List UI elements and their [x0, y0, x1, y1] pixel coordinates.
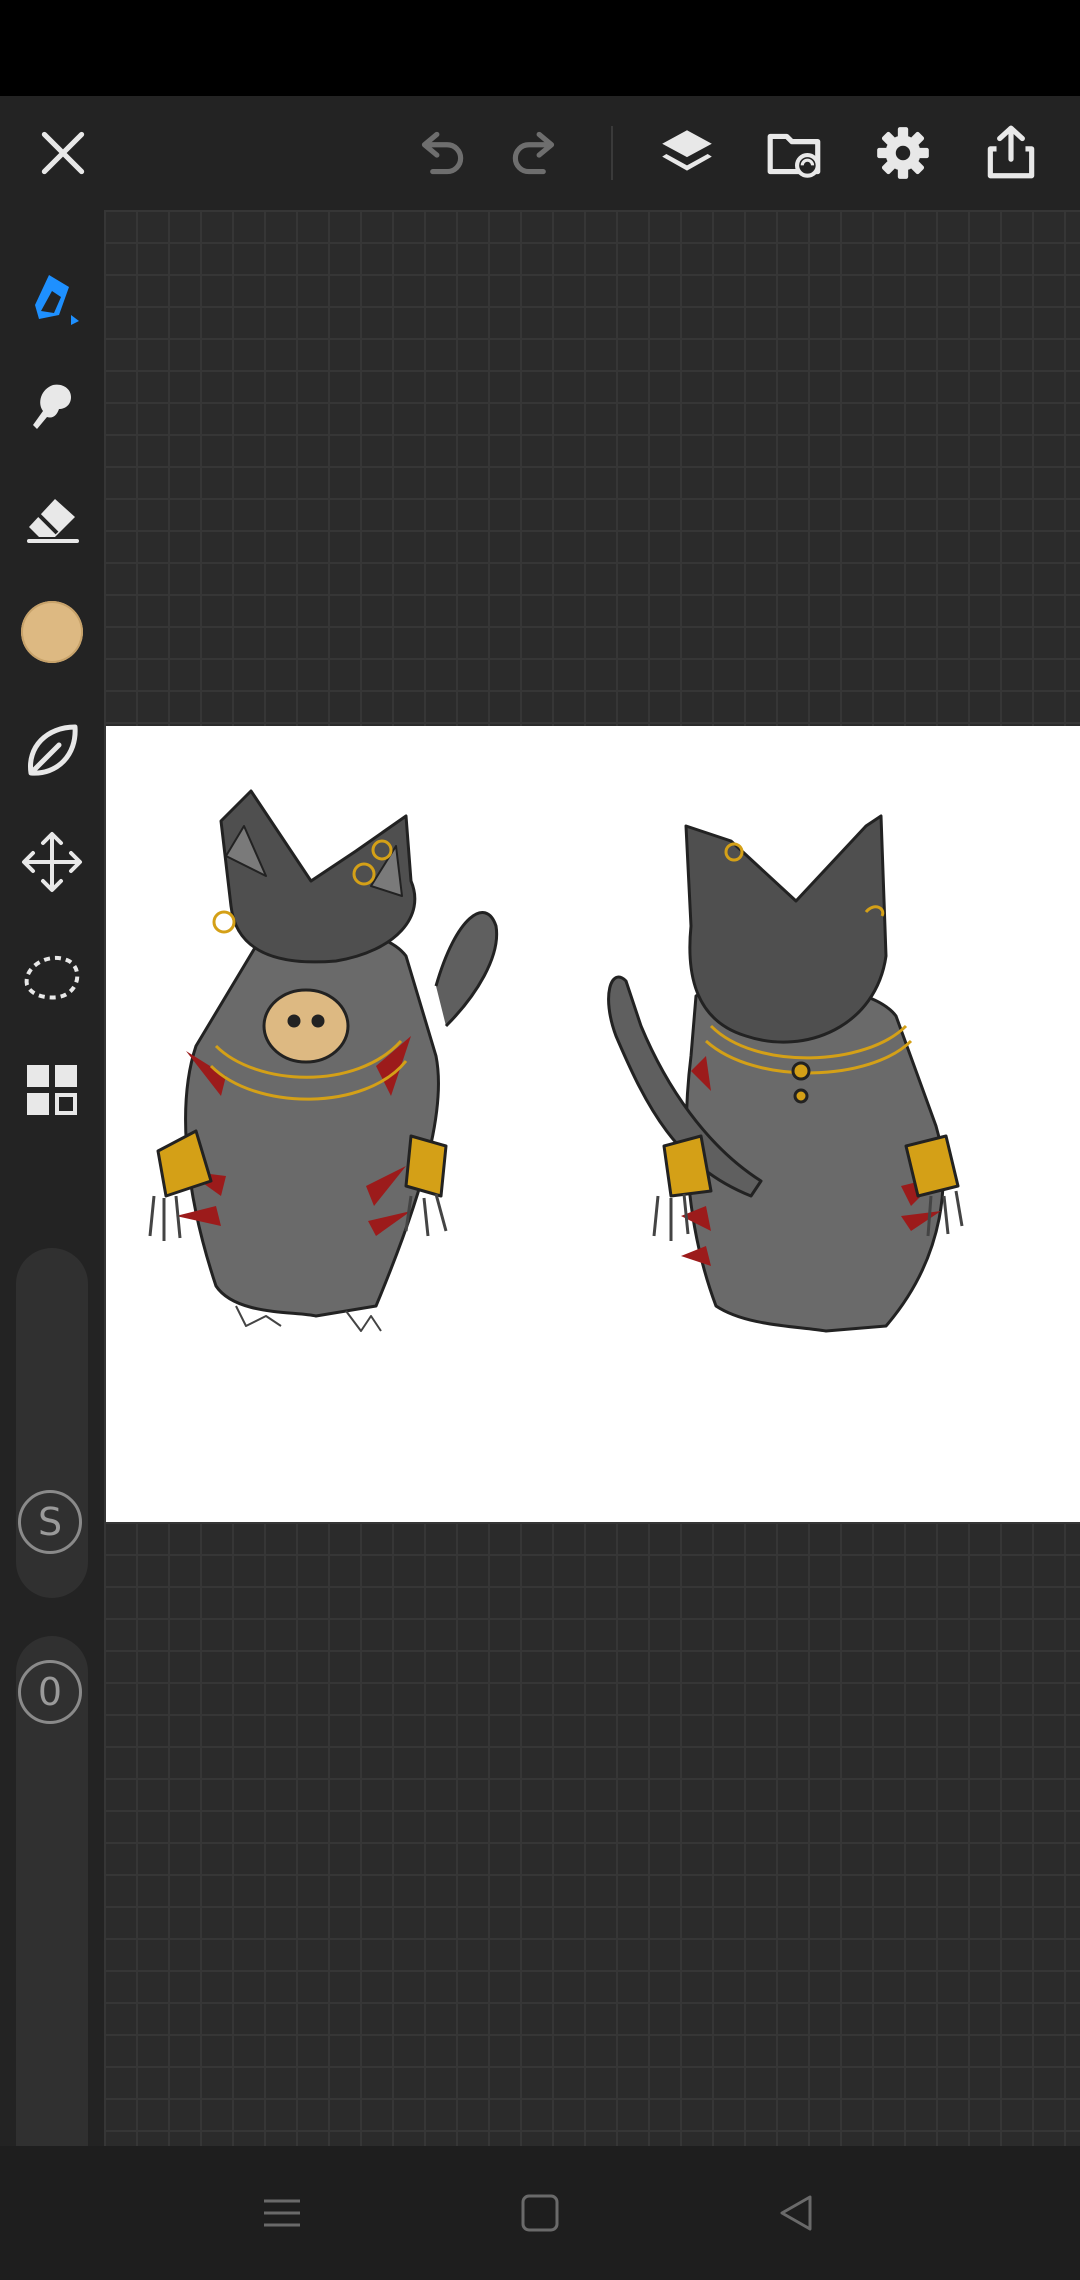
settings-button[interactable] [858, 96, 948, 210]
gear-icon [877, 127, 929, 179]
fill-tool-button[interactable] [0, 698, 104, 802]
undo-icon [421, 131, 464, 175]
gallery-import-button[interactable] [750, 96, 840, 210]
pen-tool-button[interactable] [0, 246, 104, 350]
lasso-tool-button[interactable] [0, 924, 104, 1028]
redo-icon [512, 131, 555, 175]
eraser-tool-button[interactable] [0, 466, 104, 570]
top-toolbar [0, 96, 1080, 210]
eraser-icon [27, 499, 79, 543]
gallery-tool-button[interactable] [0, 1038, 104, 1142]
status-bar [0, 0, 1080, 96]
cat-front-view [148, 789, 499, 1332]
layers-icon [662, 130, 712, 171]
artwork-cat-character-sheet [148, 789, 964, 1333]
share-icon [987, 125, 1035, 179]
menu-button[interactable] [242, 2176, 322, 2250]
smudge-icon [33, 384, 71, 429]
system-nav-bar [0, 2146, 1080, 2280]
move-icon [22, 832, 82, 892]
back-button[interactable] [756, 2176, 836, 2250]
gallery-import-icon [767, 133, 821, 178]
color-picker-button[interactable] [0, 580, 104, 684]
brush-opacity-badge[interactable]: 0 [18, 1660, 82, 1724]
artboard[interactable] [106, 726, 1080, 1522]
grid-icon [27, 1065, 77, 1115]
tool-sidebar: S 0 [0, 210, 104, 2220]
pen-icon [35, 275, 79, 325]
undo-button[interactable] [396, 96, 486, 210]
color-swatch [21, 601, 83, 663]
smudge-tool-button[interactable] [0, 352, 104, 456]
close-button[interactable] [18, 96, 108, 210]
lasso-icon [24, 955, 80, 1000]
home-button[interactable] [500, 2176, 580, 2250]
back-icon [780, 2195, 812, 2231]
toolbar-divider [611, 126, 613, 180]
leaf-icon [28, 724, 78, 776]
redo-button[interactable] [490, 96, 580, 210]
brush-size-badge[interactable]: S [18, 1490, 82, 1554]
home-icon [521, 2194, 559, 2232]
cat-back-view [607, 814, 964, 1333]
share-button[interactable] [966, 96, 1056, 210]
layers-button[interactable] [642, 96, 732, 210]
close-icon [41, 131, 85, 175]
menu-icon [264, 2199, 300, 2227]
transform-tool-button[interactable] [0, 810, 104, 914]
